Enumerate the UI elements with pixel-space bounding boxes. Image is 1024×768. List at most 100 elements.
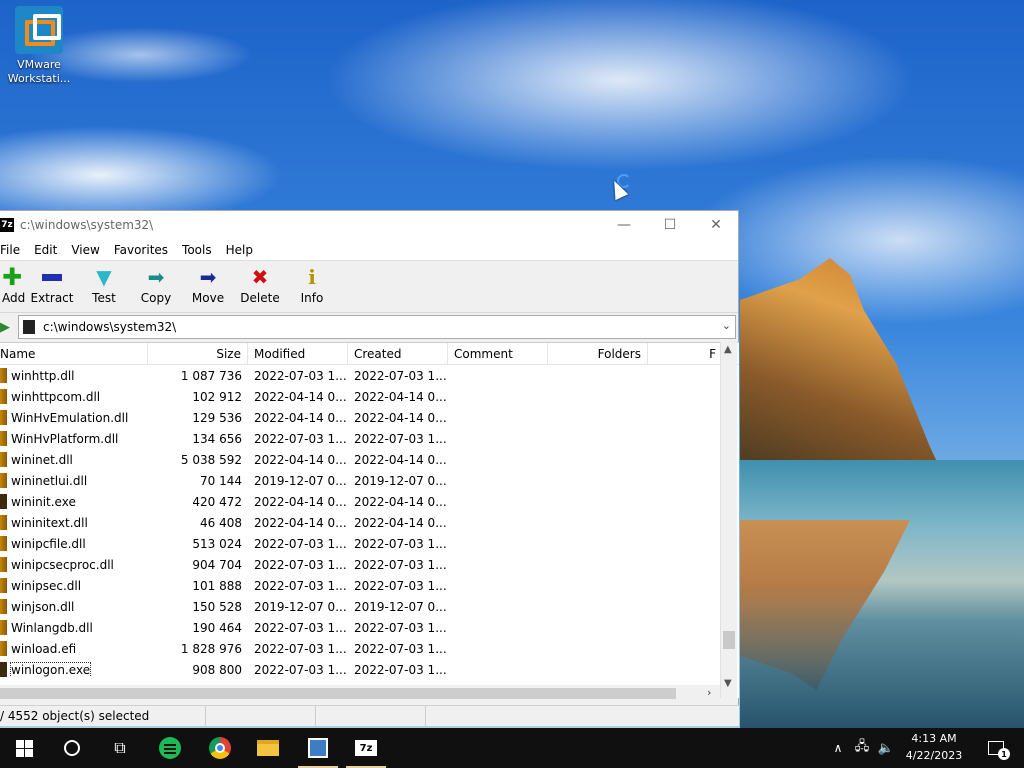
file-name: wininit.exe <box>11 494 76 509</box>
menu-help[interactable]: Help <box>219 243 260 257</box>
7zip-file-manager-window: 7z c:\windows\system32\ — ☐ ✕ File Edit … <box>0 210 739 727</box>
vertical-scrollbar[interactable]: ▲ ▼ <box>720 342 737 698</box>
taskbar-app-spotify[interactable] <box>146 728 194 768</box>
task-view-button[interactable]: ⧉ <box>96 728 144 768</box>
extract-button[interactable]: Extract <box>26 261 78 305</box>
table-row[interactable]: winload.efi 1 828 976 2022-07-03 1... 2022-… <box>0 638 739 659</box>
dll-file-icon <box>0 431 7 446</box>
column-header-created[interactable]: Created <box>348 343 448 365</box>
file-name: winhttp.dll <box>11 368 75 383</box>
file-modified: 2022-04-14 0... <box>254 410 347 425</box>
file-size: 134 656 <box>192 431 242 446</box>
maximize-button[interactable]: ☐ <box>647 211 693 239</box>
vmware-icon <box>15 6 63 54</box>
menu-edit[interactable]: Edit <box>27 243 64 257</box>
column-header-modified[interactable]: Modified <box>248 343 348 365</box>
search-button[interactable] <box>48 728 96 768</box>
file-created: 2019-12-07 0... <box>354 473 447 488</box>
dll-file-icon <box>0 641 7 656</box>
file-name-cell: wininet.dll <box>0 452 148 467</box>
vertical-scroll-thumb[interactable] <box>723 631 735 649</box>
file-size: 420 472 <box>192 494 242 509</box>
table-row[interactable]: WinHvEmulation.dll 129 536 2022-04-14 0...… <box>0 407 739 428</box>
scroll-right-icon[interactable]: › <box>707 686 711 699</box>
desktop-icon-label: VMware Workstati... <box>7 58 71 85</box>
status-panel <box>206 705 316 727</box>
7zip-icon: 7z <box>355 740 377 756</box>
minimize-button[interactable]: — <box>601 211 647 239</box>
add-button[interactable]: ✚ Add <box>0 261 26 305</box>
taskbar: ⧉ 7z ∧ 🖧 🔈 4:13 AM 4/22/2023 1 <box>0 728 1024 768</box>
dll-file-icon <box>0 599 7 614</box>
table-row[interactable]: wininit.exe 420 472 2022-04-14 0... 2022-04… <box>0 491 739 512</box>
chevron-down-icon[interactable]: ⌄ <box>722 319 731 332</box>
taskbar-app-vmware[interactable] <box>294 728 342 768</box>
start-button[interactable] <box>0 728 48 768</box>
table-row[interactable]: winjson.dll 150 528 2019-12-07 0... 2019-12… <box>0 596 739 617</box>
file-name-cell: winipcfile.dll <box>0 536 148 551</box>
dll-file-icon <box>0 620 7 635</box>
close-button[interactable]: ✕ <box>693 211 739 239</box>
file-size: 1 087 736 <box>180 368 242 383</box>
table-row[interactable]: winhttp.dll 1 087 736 2022-07-03 1... 2022-… <box>0 365 739 386</box>
scroll-down-icon[interactable]: ▼ <box>724 678 732 689</box>
show-hidden-icons-button[interactable]: ∧ <box>826 728 850 768</box>
table-row[interactable]: WinHvPlatform.dll 134 656 2022-07-03 1... 2… <box>0 428 739 449</box>
volume-button[interactable]: 🔈 <box>874 728 898 768</box>
file-name-cell: winhttpcom.dll <box>0 389 148 404</box>
column-header-name[interactable]: Name <box>0 343 148 365</box>
table-row[interactable]: winipcfile.dll 513 024 2022-07-03 1... 2022… <box>0 533 739 554</box>
column-header-folders[interactable]: Folders <box>548 343 648 365</box>
horizontal-scrollbar[interactable]: › <box>0 685 720 702</box>
move-button[interactable]: ➡ Move <box>182 261 234 305</box>
desktop-icon-vmware[interactable]: VMware Workstati... <box>2 6 76 86</box>
column-header-f[interactable]: F <box>648 343 718 365</box>
status-bar: / 4552 object(s) selected <box>0 705 739 727</box>
horizontal-scroll-thumb[interactable] <box>0 688 676 699</box>
file-created: 2022-04-14 0... <box>354 452 447 467</box>
dll-file-icon <box>0 389 7 404</box>
scroll-up-icon[interactable]: ▲ <box>724 344 732 355</box>
table-row[interactable]: wininet.dll 5 038 592 2022-04-14 0... 2022-… <box>0 449 739 470</box>
file-name: wininitext.dll <box>11 515 88 530</box>
menu-favorites[interactable]: Favorites <box>107 243 175 257</box>
clock-date: 4/22/2023 <box>905 749 963 762</box>
info-button[interactable]: i Info <box>286 261 338 305</box>
menu-tools[interactable]: Tools <box>175 243 219 257</box>
file-modified: 2022-04-14 0... <box>254 494 347 509</box>
network-button[interactable]: 🖧 <box>850 728 874 768</box>
vmware-icon <box>308 738 328 758</box>
check-down-icon: ▼ <box>96 265 112 289</box>
notifications-button[interactable]: 1 <box>976 728 1016 768</box>
column-header-comment[interactable]: Comment <box>448 343 548 365</box>
file-rows: winhttp.dll 1 087 736 2022-07-03 1... 2022-… <box>0 365 739 680</box>
table-row[interactable]: winipcsecproc.dll 904 704 2022-07-03 1... 2… <box>0 554 739 575</box>
delete-button[interactable]: ✖ Delete <box>234 261 286 305</box>
table-row[interactable]: wininetlui.dll 70 144 2019-12-07 0... 2019-… <box>0 470 739 491</box>
column-header-size[interactable]: Size <box>148 343 248 365</box>
test-button[interactable]: ▼ Test <box>78 261 130 305</box>
table-row[interactable]: winhttpcom.dll 102 912 2022-04-14 0... 2022… <box>0 386 739 407</box>
file-modified: 2022-07-03 1... <box>254 536 347 551</box>
clock[interactable]: 4:13 AM 4/22/2023 <box>898 730 970 766</box>
menu-view[interactable]: View <box>64 243 106 257</box>
table-row[interactable]: wininitext.dll 46 408 2022-04-14 0... 2022-… <box>0 512 739 533</box>
table-row[interactable]: winipsec.dll 101 888 2022-07-03 1... 2022-0… <box>0 575 739 596</box>
file-size: 1 828 976 <box>180 641 242 656</box>
table-row[interactable]: Winlangdb.dll 190 464 2022-07-03 1... 2022-… <box>0 617 739 638</box>
file-size: 101 888 <box>192 578 242 593</box>
address-input[interactable]: c:\windows\system32\ ⌄ <box>18 315 736 339</box>
menu-file[interactable]: File <box>0 243 27 257</box>
copy-button[interactable]: ➡ Copy <box>130 261 182 305</box>
taskbar-app-chrome[interactable] <box>196 728 244 768</box>
file-size: 513 024 <box>192 536 242 551</box>
title-bar[interactable]: 7z c:\windows\system32\ — ☐ ✕ <box>0 211 738 239</box>
taskbar-app-7zip[interactable]: 7z <box>342 728 390 768</box>
address-bar: ▶ c:\windows\system32\ ⌄ <box>0 313 738 341</box>
file-created: 2022-07-03 1... <box>354 536 447 551</box>
file-modified: 2022-07-03 1... <box>254 578 347 593</box>
taskbar-app-file-explorer[interactable] <box>244 728 292 768</box>
up-folder-icon[interactable]: ▶ <box>0 316 18 338</box>
file-created: 2022-07-03 1... <box>354 557 447 572</box>
table-row[interactable]: winlogon.exe 908 800 2022-07-03 1... 2022-0… <box>0 659 739 680</box>
